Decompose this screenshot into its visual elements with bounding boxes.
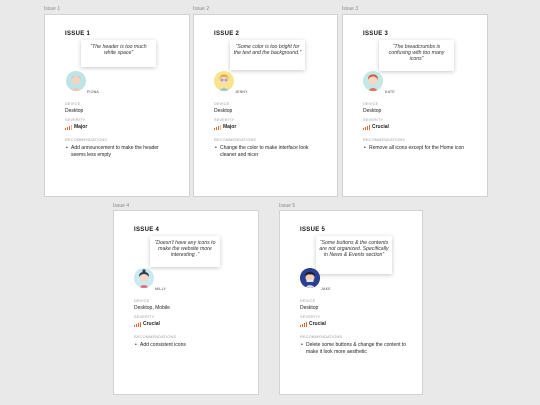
persona-avatar-icon [363, 71, 383, 91]
quote-bubble: “Doesn't have any icons to make the webs… [150, 236, 220, 267]
severity-value: Major [73, 124, 88, 130]
device-label: DEVICE [300, 299, 316, 303]
issue-card[interactable]: ISSUE 4 “Doesn't have any icons to make … [113, 210, 259, 395]
frame-label: Issue 4 [113, 203, 130, 209]
device-value: Desktop [65, 108, 84, 114]
issue-card[interactable]: ISSUE 2 “Some color is too bright for th… [193, 14, 338, 197]
severity-value: Crucial [371, 124, 389, 130]
device-value: Desktop [363, 108, 382, 114]
severity-bars-icon [65, 124, 72, 130]
severity-value: Crucial [308, 321, 326, 327]
recommendations-label: RECOMMENDATIONS [214, 138, 257, 142]
recommendations-label: RECOMMENDATIONS [65, 138, 108, 142]
persona-name: JENNY [235, 90, 248, 94]
persona-avatar-icon [134, 268, 154, 288]
device-label: DEVICE [363, 102, 379, 106]
recommendation-item: Add consistent icons [134, 342, 234, 349]
severity-indicator: Crucial [363, 124, 389, 130]
severity-label: SEVERITY [65, 118, 86, 122]
persona-avatar-icon [214, 71, 234, 91]
severity-bars-icon [363, 124, 370, 130]
frame-label: Issue 1 [44, 6, 61, 12]
device-value: Desktop [214, 108, 233, 114]
persona-name: FIONA [87, 90, 99, 94]
recommendation-item: Delete some buttons & change the content… [300, 342, 410, 356]
frame-label: Issue 2 [193, 6, 210, 12]
device-label: DEVICE [134, 299, 150, 303]
severity-bars-icon [300, 321, 307, 327]
persona-avatar [300, 268, 320, 288]
persona-avatar [66, 71, 86, 91]
severity-bars-icon [134, 321, 141, 327]
quote-bubble: “The breadcrumbs is confusing with too m… [379, 40, 454, 71]
recommendations-label: RECOMMENDATIONS [134, 335, 177, 339]
persona-avatar [363, 71, 383, 91]
device-value: Desktop [300, 305, 319, 311]
persona-avatar [134, 268, 154, 288]
device-label: DEVICE [214, 102, 230, 106]
severity-value: Major [222, 124, 237, 130]
severity-label: SEVERITY [214, 118, 235, 122]
quote-bubble: “Some buttons & the contents are not org… [316, 236, 392, 274]
device-label: DEVICE [65, 102, 81, 106]
severity-indicator: Crucial [134, 321, 160, 327]
persona-avatar [214, 71, 234, 91]
severity-label: SEVERITY [300, 315, 321, 319]
severity-label: SEVERITY [363, 118, 384, 122]
quote-bubble: “Some color is too bright for the text a… [230, 40, 305, 70]
persona-name: KATE [385, 90, 395, 94]
frame-label: Issue 5 [279, 203, 296, 209]
recommendation-item: Add announcement to make the header seem… [65, 145, 165, 159]
issue-card[interactable]: ISSUE 3 “The breadcrumbs is confusing wi… [342, 14, 488, 197]
issue-title: ISSUE 5 [300, 227, 326, 233]
issue-card[interactable]: ISSUE 5 “Some buttons & the contents are… [279, 210, 423, 395]
quote-bubble: “The header is too much white space” [81, 40, 156, 67]
severity-label: SEVERITY [134, 315, 155, 319]
issue-card[interactable]: ISSUE 1 “The header is too much white sp… [44, 14, 190, 197]
device-value: Desktop, Mobile [134, 305, 170, 311]
persona-name: JAKE [321, 287, 331, 291]
persona-avatar-icon [300, 268, 320, 288]
issue-title: ISSUE 3 [363, 31, 389, 37]
severity-value: Crucial [142, 321, 160, 327]
severity-indicator: Major [214, 124, 236, 130]
persona-name: MILLY [155, 287, 167, 291]
issue-title: ISSUE 2 [214, 31, 240, 37]
severity-bars-icon [214, 124, 221, 130]
issue-title: ISSUE 4 [134, 227, 160, 233]
recommendation-item: Remove all icons except for the Home ico… [363, 145, 468, 152]
recommendations-label: RECOMMENDATIONS [363, 138, 406, 142]
recommendations-label: RECOMMENDATIONS [300, 335, 343, 339]
issue-title: ISSUE 1 [65, 31, 91, 37]
persona-avatar-icon [66, 71, 86, 91]
severity-indicator: Major [65, 124, 87, 130]
recommendation-item: Change the color to make interface look … [214, 145, 314, 159]
frame-label: Issue 3 [342, 6, 359, 12]
severity-indicator: Crucial [300, 321, 326, 327]
